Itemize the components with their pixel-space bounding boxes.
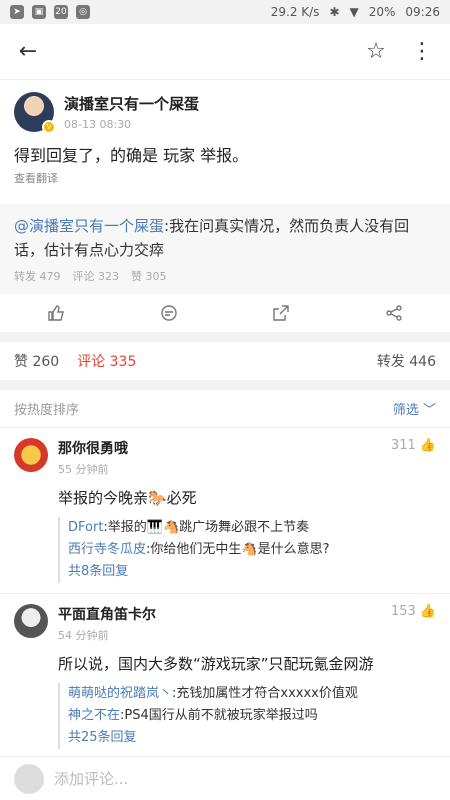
comment-item: 平面直角笛卡尔 54 分钟前 153 👍 所以说，国内大多数“游戏玩家”只配玩氪金… <box>0 594 450 760</box>
sort-label[interactable]: 按热度排序 <box>14 399 79 418</box>
author-avatar[interactable]: V <box>14 92 56 134</box>
filter-label: 筛选 <box>392 403 419 418</box>
chevron-down-icon: ﹀ <box>422 403 436 418</box>
commenter-name[interactable]: 那你很勇哦 <box>58 438 128 458</box>
filter-button[interactable]: 筛选 ﹀ <box>393 399 436 418</box>
comment-icon[interactable] <box>157 301 181 325</box>
comment-text: 所以说，国内大多数“游戏玩家”只配玩氪金网游 <box>58 655 374 673</box>
reply-text: :充钱加属性才符合xxxxx价值观 <box>172 686 358 701</box>
back-arrow-icon[interactable]: ← <box>14 38 42 66</box>
add-comment-input[interactable]: 添加评论... <box>54 768 128 789</box>
translate-link[interactable]: 查看翻译 <box>14 170 436 186</box>
my-avatar <box>14 763 44 794</box>
comment-like-button[interactable]: 311 👍 <box>391 438 436 453</box>
commenter-avatar[interactable] <box>14 604 48 638</box>
commenter-avatar[interactable] <box>14 438 48 472</box>
repost-comment-count: 评论 323 <box>72 270 120 283</box>
clock: 09:26 <box>405 5 440 19</box>
repost-forward-count: 转发 479 <box>14 270 61 283</box>
share-icon[interactable] <box>382 301 406 325</box>
like-icon[interactable] <box>44 301 68 325</box>
battery-level: 20% <box>368 5 396 19</box>
post-text: 得到回复了，的确是 玩家 举报。 <box>14 146 249 165</box>
reply-item: 萌萌哒的祝踏岚丶:充钱加属性才符合xxxxx价值观 <box>68 683 436 705</box>
comment-like-button[interactable]: 153 👍 <box>391 604 436 619</box>
verified-badge-icon: V <box>42 120 56 134</box>
wifi-icon: ▼ <box>349 5 359 19</box>
tab-likes-count: 260 <box>32 354 60 370</box>
reply-author[interactable]: 萌萌哒的祝踏岚丶 <box>68 686 172 701</box>
telegram-icon: ➤ <box>10 5 24 19</box>
share-out-icon[interactable] <box>269 301 293 325</box>
image-icon: ▣ <box>32 5 46 19</box>
aperture-icon: ◎ <box>76 5 90 19</box>
more-icon[interactable]: ⋮ <box>408 38 436 66</box>
comment-input-bar: 添加评论... <box>0 756 450 800</box>
action-bar <box>0 294 450 342</box>
interaction-tabs: 赞 260 评论 335 转发 446 <box>0 342 450 390</box>
more-replies-link[interactable]: 共25条回复 <box>68 727 436 749</box>
repost-text: @演播室只有一个屎蛋:我在问真实情况，然而负责人没有回话，估计有点心力交瘁 <box>14 214 436 262</box>
commenter-name[interactable]: 平面直角笛卡尔 <box>58 604 156 624</box>
tab-likes-label: 赞 <box>14 354 28 370</box>
sort-bar: 按热度排序 筛选 ﹀ <box>0 390 450 428</box>
reply-author[interactable]: 神之不在 <box>68 708 120 723</box>
weibo-post: V 演播室只有一个屎蛋 08-13 08:30 得到回复了，的确是 玩家 举报。… <box>0 80 450 194</box>
comment-like-count: 153 <box>390 604 416 619</box>
reply-author[interactable]: DFort <box>68 520 103 535</box>
top-nav: ← ☆ ⋮ <box>0 24 450 80</box>
network-speed: 29.2 K/s <box>270 5 320 19</box>
tab-comments-label: 评论 <box>77 354 106 370</box>
repost-like-count: 赞 305 <box>131 270 167 283</box>
comment-time: 54 分钟前 <box>58 629 109 642</box>
mention-link[interactable]: @演播室只有一个屎蛋 <box>14 217 164 235</box>
reply-thread[interactable]: DFort:举报的🎹🐴跳广场舞必跟不上节奏 西行寺冬瓜皮:你给他们无中生🐴是什么… <box>58 517 436 583</box>
comment-item: 那你很勇哦 55 分钟前 311 👍 举报的今晚亲🐎必死 DFort:举报的🎹🐴跳… <box>0 428 450 594</box>
reply-author[interactable]: 西行寺冬瓜皮 <box>68 542 146 557</box>
tab-comments-count: 335 <box>109 354 137 370</box>
notification-20-icon: 20 <box>54 5 68 19</box>
comment-time: 55 分钟前 <box>58 463 109 476</box>
reposted-content[interactable]: @演播室只有一个屎蛋:我在问真实情况，然而负责人没有回话，估计有点心力交瘁 转发… <box>0 204 450 294</box>
comment-text: 举报的今晚亲🐎必死 <box>58 489 197 507</box>
repost-stats: 转发 479 评论 323 赞 305 <box>14 268 436 284</box>
tab-comments[interactable]: 评论 335 <box>77 351 136 371</box>
tab-forwards[interactable]: 转发 446 <box>377 351 436 371</box>
thumbs-up-icon: 👍 <box>419 438 436 453</box>
thumbs-up-icon: 👍 <box>419 604 436 619</box>
star-icon[interactable]: ☆ <box>362 38 390 66</box>
status-bar: ➤ ▣ 20 ◎ 29.2 K/s ✱ ▼ 20% 09:26 <box>0 0 450 24</box>
bluetooth-icon: ✱ <box>329 5 340 19</box>
reply-text: :PS4国行从前不就被玩家举报过吗 <box>120 708 318 723</box>
more-replies-link[interactable]: 共8条回复 <box>68 561 436 583</box>
post-time: 08-13 08:30 <box>64 118 132 131</box>
tab-forwards-count: 446 <box>409 354 436 370</box>
reply-item: 神之不在:PS4国行从前不就被玩家举报过吗 <box>68 705 436 727</box>
reply-thread[interactable]: 萌萌哒的祝踏岚丶:充钱加属性才符合xxxxx价值观 神之不在:PS4国行从前不就… <box>58 683 436 749</box>
tab-forwards-label: 转发 <box>376 354 405 370</box>
reply-item: DFort:举报的🎹🐴跳广场舞必跟不上节奏 <box>68 517 436 539</box>
comment-like-count: 311 <box>390 438 416 453</box>
reply-text: :你给他们无中生🐴是什么意思? <box>146 542 330 557</box>
author-name[interactable]: 演播室只有一个屎蛋 <box>64 93 199 114</box>
tab-likes[interactable]: 赞 260 <box>14 351 59 371</box>
reply-item: 西行寺冬瓜皮:你给他们无中生🐴是什么意思? <box>68 539 436 561</box>
reply-text: :举报的🎹🐴跳广场舞必跟不上节奏 <box>103 520 310 535</box>
